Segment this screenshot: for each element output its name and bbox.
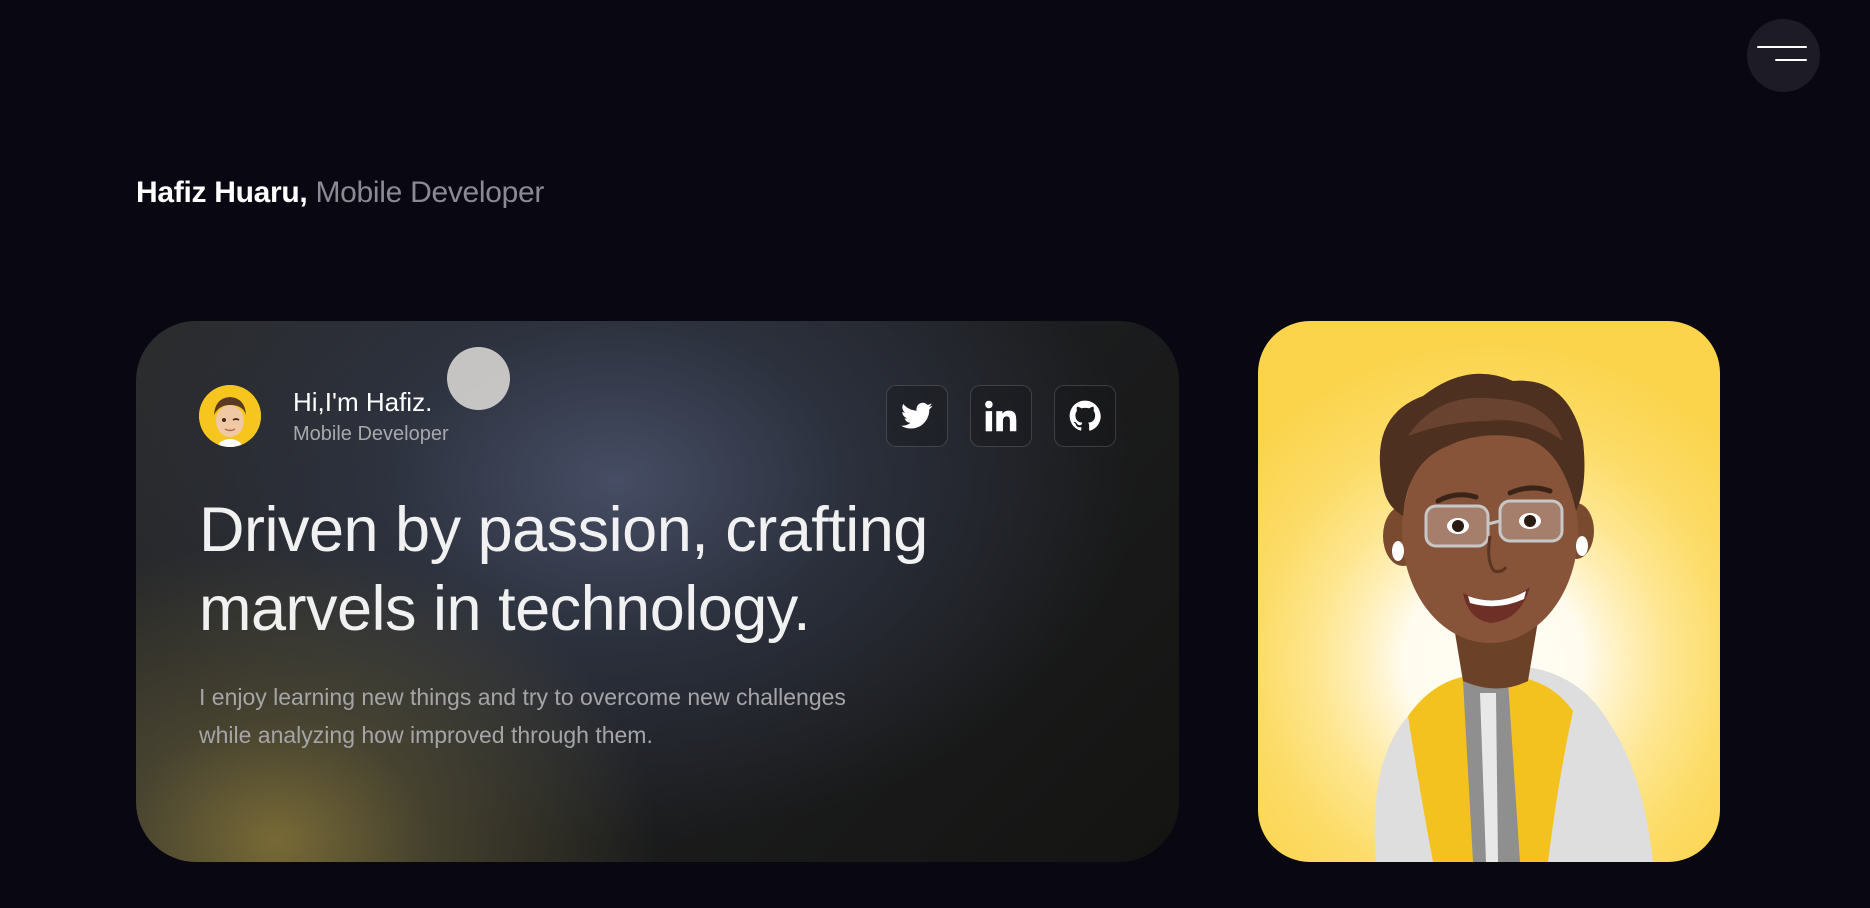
memoji-portrait [1374, 373, 1653, 862]
header-role: Mobile Developer [315, 176, 545, 209]
github-icon [1069, 400, 1101, 431]
menu-button[interactable] [1747, 19, 1820, 92]
twitter-button[interactable] [886, 385, 948, 447]
twitter-icon [901, 402, 933, 429]
header-name: Hafiz Huaru, [136, 176, 308, 209]
hero-card: Hi,I'm Hafiz. Mobile Developer Driven by… [136, 321, 1179, 862]
hero-headline: Driven by passion, crafting marvels in t… [199, 495, 928, 644]
greeting-text: Hi,I'm Hafiz. [293, 387, 433, 417]
avatar [199, 385, 261, 447]
greeting-subtitle: Mobile Developer [293, 423, 449, 445]
linkedin-button[interactable] [970, 385, 1032, 447]
github-button[interactable] [1054, 385, 1116, 447]
cursor-follower [447, 347, 510, 410]
linkedin-icon [985, 400, 1017, 432]
hero-description: I enjoy learning new things and try to o… [199, 684, 846, 748]
portrait-card [1258, 321, 1720, 862]
page-title: Hafiz Huaru, Mobile Developer [136, 176, 544, 210]
